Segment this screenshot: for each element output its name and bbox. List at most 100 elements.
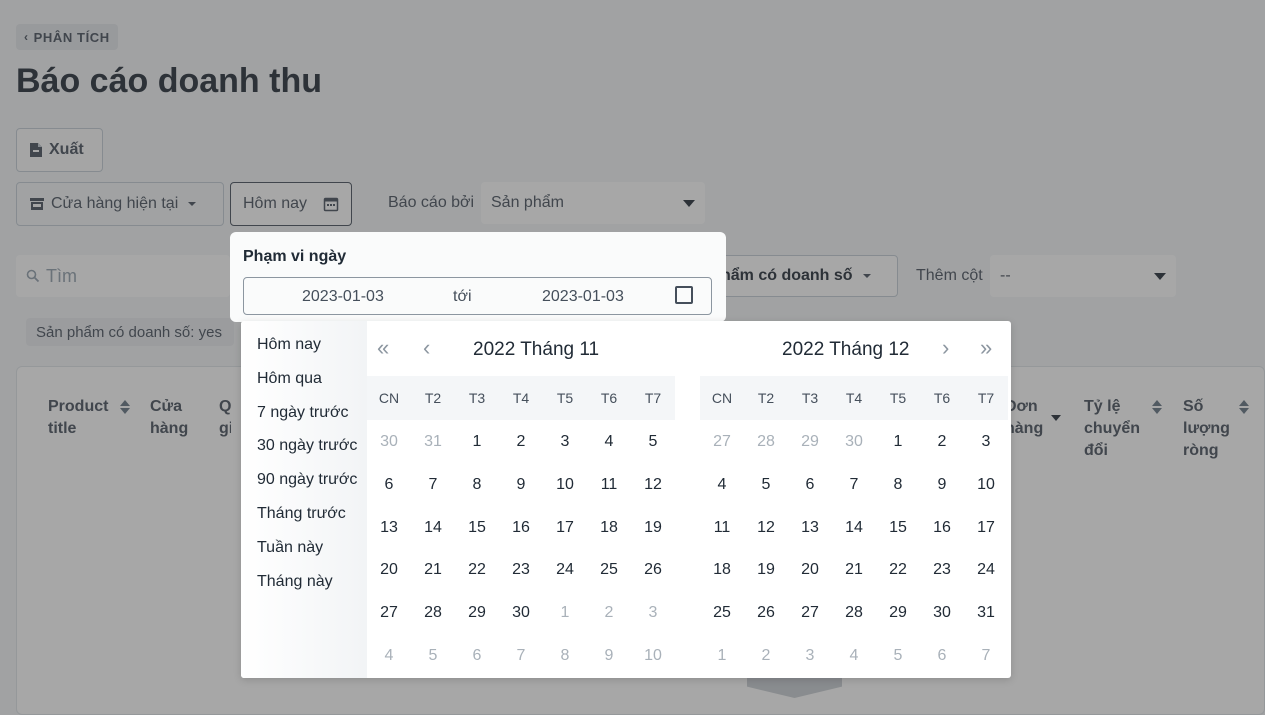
calendar-day-outside[interactable]: 2 bbox=[587, 604, 631, 622]
calendar-day-outside[interactable]: 5 bbox=[876, 647, 920, 665]
preset-today[interactable]: Hôm nay bbox=[241, 335, 367, 369]
preset-this-month[interactable]: Tháng này bbox=[241, 572, 367, 606]
calendar-day[interactable]: 23 bbox=[920, 561, 964, 579]
prev-month-icon[interactable]: ‹ bbox=[423, 335, 430, 361]
calendar-day[interactable]: 11 bbox=[587, 476, 631, 494]
calendar-day[interactable]: 23 bbox=[499, 561, 543, 579]
calendar-day[interactable]: 2 bbox=[499, 433, 543, 451]
calendar-day[interactable]: 27 bbox=[367, 604, 411, 622]
calendar-day[interactable]: 6 bbox=[367, 476, 411, 494]
calendar-day[interactable]: 3 bbox=[543, 433, 587, 451]
calendar-day[interactable]: 20 bbox=[788, 561, 832, 579]
calendar-day[interactable]: 12 bbox=[744, 519, 788, 537]
calendar-day[interactable]: 26 bbox=[744, 604, 788, 622]
calendar-day[interactable]: 10 bbox=[964, 476, 1008, 494]
calendar-day[interactable]: 12 bbox=[631, 476, 675, 494]
calendar-day-outside[interactable]: 27 bbox=[700, 433, 744, 451]
calendar-day[interactable]: 16 bbox=[499, 519, 543, 537]
calendar-day[interactable]: 8 bbox=[455, 476, 499, 494]
preset-last-30-days[interactable]: 30 ngày trước bbox=[241, 436, 367, 470]
calendar-day[interactable]: 3 bbox=[964, 433, 1008, 451]
calendar-day[interactable]: 5 bbox=[631, 433, 675, 451]
next-year-icon[interactable]: » bbox=[980, 335, 992, 361]
calendar-day[interactable]: 30 bbox=[499, 604, 543, 622]
calendar-day[interactable]: 22 bbox=[876, 561, 920, 579]
calendar-day[interactable]: 18 bbox=[587, 519, 631, 537]
calendar-day[interactable]: 17 bbox=[964, 519, 1008, 537]
calendar-day[interactable]: 24 bbox=[964, 561, 1008, 579]
calendar-day[interactable]: 9 bbox=[920, 476, 964, 494]
calendar-day[interactable]: 31 bbox=[964, 604, 1008, 622]
calendar-day[interactable]: 1 bbox=[876, 433, 920, 451]
calendar-day[interactable]: 11 bbox=[700, 519, 744, 537]
calendar-day-outside[interactable]: 8 bbox=[543, 647, 587, 665]
calendar-day-outside[interactable]: 6 bbox=[455, 647, 499, 665]
calendar-day[interactable]: 7 bbox=[411, 476, 455, 494]
calendar-day[interactable]: 7 bbox=[832, 476, 876, 494]
calendar-day[interactable]: 26 bbox=[631, 561, 675, 579]
calendar-day[interactable]: 18 bbox=[700, 561, 744, 579]
calendar-day-outside[interactable]: 4 bbox=[832, 647, 876, 665]
calendar-day-outside[interactable]: 7 bbox=[499, 647, 543, 665]
calendar-day-outside[interactable]: 1 bbox=[543, 604, 587, 622]
calendar-day[interactable]: 19 bbox=[744, 561, 788, 579]
calendar-day[interactable]: 9 bbox=[499, 476, 543, 494]
calendar-day[interactable]: 28 bbox=[832, 604, 876, 622]
calendar-day[interactable]: 21 bbox=[832, 561, 876, 579]
calendar-day-outside[interactable]: 3 bbox=[788, 647, 832, 665]
calendar-day[interactable]: 27 bbox=[788, 604, 832, 622]
calendar-day[interactable]: 22 bbox=[455, 561, 499, 579]
preset-last-7-days[interactable]: 7 ngày trước bbox=[241, 403, 367, 437]
calendar-day-outside[interactable]: 29 bbox=[788, 433, 832, 451]
calendar-day-outside[interactable]: 10 bbox=[631, 647, 675, 665]
calendar-month-title[interactable]: 2022 Tháng 12 bbox=[782, 339, 910, 361]
calendar-day[interactable]: 21 bbox=[411, 561, 455, 579]
calendar-day[interactable]: 15 bbox=[455, 519, 499, 537]
calendar-day[interactable]: 28 bbox=[411, 604, 455, 622]
calendar-day-outside[interactable]: 1 bbox=[700, 647, 744, 665]
calendar-day[interactable]: 14 bbox=[832, 519, 876, 537]
date-range-input[interactable]: 2023-01-03 tới 2023-01-03 bbox=[243, 277, 712, 315]
prev-year-icon[interactable]: « bbox=[377, 335, 389, 361]
calendar-day[interactable]: 29 bbox=[876, 604, 920, 622]
calendar-day[interactable]: 24 bbox=[543, 561, 587, 579]
calendar-day-outside[interactable]: 31 bbox=[411, 433, 455, 451]
calendar-month-title[interactable]: 2022 Tháng 11 bbox=[473, 339, 599, 361]
calendar-day[interactable]: 4 bbox=[700, 476, 744, 494]
calendar-day[interactable]: 19 bbox=[631, 519, 675, 537]
calendar-day-outside[interactable]: 9 bbox=[587, 647, 631, 665]
calendar-day[interactable]: 30 bbox=[920, 604, 964, 622]
calendar-day[interactable]: 20 bbox=[367, 561, 411, 579]
calendar-day[interactable]: 25 bbox=[587, 561, 631, 579]
calendar-day[interactable]: 6 bbox=[788, 476, 832, 494]
calendar-icon[interactable] bbox=[675, 286, 693, 304]
calendar-day-outside[interactable]: 5 bbox=[411, 647, 455, 665]
calendar-day[interactable]: 4 bbox=[587, 433, 631, 451]
calendar-day-outside[interactable]: 7 bbox=[964, 647, 1008, 665]
next-month-icon[interactable]: › bbox=[942, 335, 949, 361]
calendar-day[interactable]: 15 bbox=[876, 519, 920, 537]
calendar-day[interactable]: 16 bbox=[920, 519, 964, 537]
calendar-day-outside[interactable]: 30 bbox=[367, 433, 411, 451]
preset-last-90-days[interactable]: 90 ngày trước bbox=[241, 470, 367, 504]
calendar-day[interactable]: 5 bbox=[744, 476, 788, 494]
calendar-day[interactable]: 25 bbox=[700, 604, 744, 622]
calendar-day[interactable]: 13 bbox=[367, 519, 411, 537]
calendar-day-outside[interactable]: 2 bbox=[744, 647, 788, 665]
calendar-day[interactable]: 14 bbox=[411, 519, 455, 537]
calendar-day-outside[interactable]: 6 bbox=[920, 647, 964, 665]
calendar-day[interactable]: 13 bbox=[788, 519, 832, 537]
preset-last-month[interactable]: Tháng trước bbox=[241, 504, 367, 538]
calendar-day-outside[interactable]: 3 bbox=[631, 604, 675, 622]
calendar-day[interactable]: 1 bbox=[455, 433, 499, 451]
calendar-day[interactable]: 29 bbox=[455, 604, 499, 622]
calendar-day[interactable]: 10 bbox=[543, 476, 587, 494]
calendar-day[interactable]: 8 bbox=[876, 476, 920, 494]
calendar-day-outside[interactable]: 4 bbox=[367, 647, 411, 665]
preset-this-week[interactable]: Tuần này bbox=[241, 538, 367, 572]
calendar-day[interactable]: 17 bbox=[543, 519, 587, 537]
preset-yesterday[interactable]: Hôm qua bbox=[241, 369, 367, 403]
calendar-day[interactable]: 2 bbox=[920, 433, 964, 451]
calendar-day-outside[interactable]: 30 bbox=[832, 433, 876, 451]
calendar-day-outside[interactable]: 28 bbox=[744, 433, 788, 451]
